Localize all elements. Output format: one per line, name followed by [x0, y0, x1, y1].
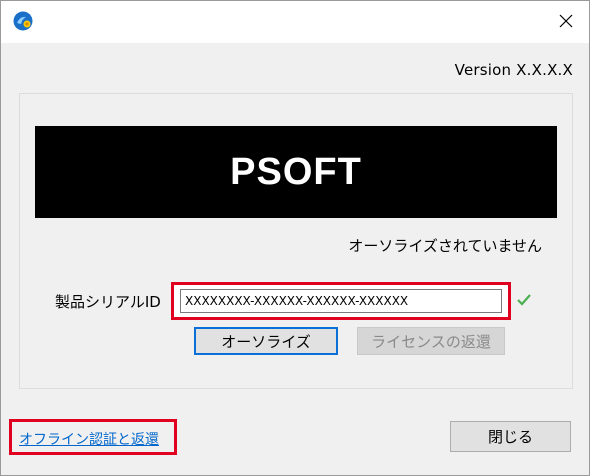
serial-id-input[interactable]: [180, 289, 502, 313]
close-button[interactable]: 閉じる: [450, 421, 571, 452]
offline-auth-link[interactable]: オフライン認証と返還: [19, 429, 159, 449]
product-banner: PSOFT: [35, 126, 557, 218]
check-icon: [516, 292, 532, 306]
close-icon: [559, 13, 573, 32]
close-window-button[interactable]: [543, 1, 589, 43]
title-bar: [1, 1, 589, 43]
version-label: Version X.X.X.X: [454, 61, 573, 79]
banner-logo-text: PSOFT: [230, 150, 362, 193]
dialog-window: Version X.X.X.X PSOFT オーソライズされていません 製品シリ…: [0, 0, 590, 476]
authorize-button[interactable]: オーソライズ: [194, 327, 338, 355]
authorization-status: オーソライズされていません: [348, 237, 542, 255]
serial-id-label: 製品シリアルID: [55, 293, 161, 311]
app-icon: [13, 11, 33, 31]
serial-highlight-box: [171, 282, 511, 320]
return-license-button[interactable]: ライセンスの返還: [357, 327, 505, 355]
offline-link-highlight: オフライン認証と返還: [9, 419, 177, 455]
